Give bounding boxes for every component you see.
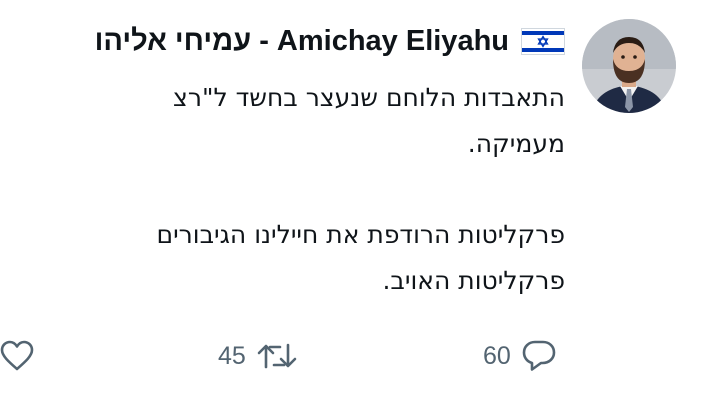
retweet-icon: [256, 341, 298, 371]
reply-count: 60: [483, 341, 511, 370]
tweet-text-line-2: מעמיקה.: [467, 129, 565, 158]
tweet-text-line-3: פרקליטות הרודפת את חיילינו הגיבורים: [156, 220, 565, 249]
reply-icon: [521, 339, 557, 373]
retweet-count: 45: [218, 341, 246, 370]
author-display-name[interactable]: עמיחי אליהו - Amichay Eliyahu: [95, 25, 565, 58]
heart-icon: [0, 340, 34, 372]
author-avatar[interactable]: [582, 19, 676, 113]
tweet-text-line-4: פרקליטות האויב.: [382, 266, 565, 295]
retweet-button[interactable]: 45: [218, 336, 298, 376]
israel-flag-icon: [521, 28, 565, 55]
author-name-text[interactable]: עמיחי אליהו - Amichay Eliyahu: [95, 25, 509, 58]
tweet-text-line-1: התאבדות הלוחם שנעצר בחשד ל"רצ: [173, 83, 565, 112]
reply-button[interactable]: 60: [483, 336, 557, 376]
like-button[interactable]: [0, 336, 34, 376]
